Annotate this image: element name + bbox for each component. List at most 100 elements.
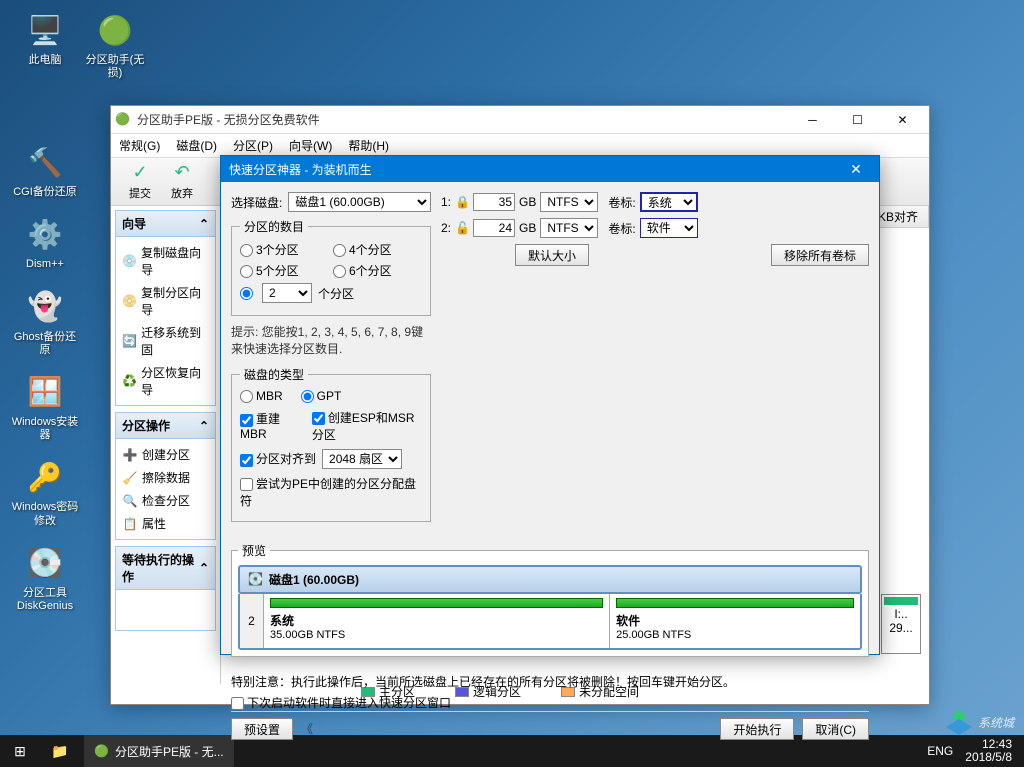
preview-part-info: 35.00GB NTFS — [270, 629, 603, 641]
checkbox-label: 分区对齐到 — [256, 452, 316, 466]
desktop-icon-diskgenius[interactable]: 💽分区工具DiskGenius — [10, 543, 80, 613]
windows-icon: 🪟 — [25, 372, 65, 412]
pending-panel-title[interactable]: 等待执行的操作⌃ — [116, 547, 215, 590]
lock-icon[interactable]: 🔒 — [455, 195, 469, 209]
discard-button[interactable]: ↶放弃 — [161, 158, 203, 205]
menu-partition[interactable]: 分区(P) — [233, 137, 273, 154]
dialog-footer: 预设置 《 开始执行 取消(C) — [231, 711, 869, 740]
desktop-icon-this-pc[interactable]: 🖥️此电脑 — [10, 10, 80, 67]
custom-count-select[interactable]: 2 — [262, 283, 312, 303]
partition-fs-select[interactable]: NTFS — [540, 192, 598, 212]
preset-button[interactable]: 预设置 — [231, 718, 293, 740]
desktop-icon-cgi-backup[interactable]: 🔨CGI备份还原 — [10, 142, 80, 199]
partition-icon: 🟢 — [95, 10, 135, 50]
key-icon: 🔑 — [25, 457, 65, 497]
collapse-icon: ⌃ — [199, 561, 209, 575]
select-disk-label: 选择磁盘: — [231, 194, 282, 211]
radio-5-parts[interactable]: 5个分区 — [240, 262, 329, 279]
sidebar-item-properties[interactable]: 📋属性 — [120, 512, 211, 535]
partition-number: 2: — [441, 221, 451, 235]
disk-icon: 💽 — [25, 543, 65, 583]
start-button[interactable]: 开始执行 — [720, 718, 794, 740]
operations-panel-title[interactable]: 分区操作⌃ — [116, 413, 215, 439]
radio-4-parts[interactable]: 4个分区 — [333, 241, 422, 258]
select-disk-dropdown[interactable]: 磁盘1 (60.00GB) — [288, 192, 431, 212]
commit-button[interactable]: ✓提交 — [119, 158, 161, 205]
menu-disk[interactable]: 磁盘(D) — [176, 137, 217, 154]
close-button[interactable]: ✕ — [880, 107, 925, 133]
volume-label-select[interactable]: 系统 — [640, 192, 698, 212]
volume-label-select[interactable]: 软件 — [640, 218, 698, 238]
sidebar-item-copy-disk[interactable]: 💿复制磁盘向导 — [120, 241, 211, 281]
radio-label: 3个分区 — [256, 243, 299, 257]
desktop-icon-password[interactable]: 🔑 Windows密码修改 — [10, 457, 80, 527]
desktop-icon-label: Ghost备份还原 — [10, 331, 80, 357]
taskbar-app-label: 分区助手PE版 - 无... — [115, 743, 224, 760]
sidebar-item-copy-partition[interactable]: 📀复制分区向导 — [120, 281, 211, 321]
preview-disk-parts: 2 系统 35.00GB NTFS 软件 25.00GB NTFS — [238, 594, 862, 650]
cancel-button[interactable]: 取消(C) — [802, 718, 869, 740]
remove-labels-button[interactable]: 移除所有卷标 — [771, 244, 869, 266]
unlock-icon[interactable]: 🔓 — [455, 221, 469, 235]
wizard-panel-title[interactable]: 向导⌃ — [116, 211, 215, 237]
sidebar-item-recover-partition[interactable]: ♻️分区恢复向导 — [120, 361, 211, 401]
sidebar-item-migrate-os[interactable]: 🔄迁移系统到固 — [120, 321, 211, 361]
menu-help[interactable]: 帮助(H) — [348, 137, 389, 154]
radio-gpt[interactable]: GPT — [301, 389, 342, 403]
sidebar-item-wipe-data[interactable]: 🧹擦除数据 — [120, 466, 211, 489]
default-size-button[interactable]: 默认大小 — [515, 244, 589, 266]
preview-partition-2[interactable]: 软件 25.00GB NTFS — [610, 594, 860, 648]
sidebar-item-label: 擦除数据 — [142, 469, 190, 486]
menu-wizard[interactable]: 向导(W) — [289, 137, 332, 154]
desktop-icon-label: Windows密码修改 — [10, 501, 80, 527]
partition-count-fieldset: 分区的数目 3个分区 4个分区 5个分区 6个分区 2 个分区 — [231, 218, 431, 316]
pending-panel: 等待执行的操作⌃ — [115, 546, 216, 631]
partition-size-input[interactable] — [473, 193, 515, 211]
dialog-titlebar[interactable]: 快速分区神器 - 为装机而生 ✕ — [221, 156, 879, 182]
titlebar[interactable]: 🟢 分区助手PE版 - 无损分区免费软件 ─ ☐ ✕ — [111, 106, 929, 134]
align-select[interactable]: 2048 扇区 — [322, 449, 402, 469]
custom-count-suffix: 个分区 — [318, 285, 354, 302]
partition-size-input[interactable] — [473, 219, 515, 237]
size-unit: GB — [519, 195, 536, 209]
tray-lang[interactable]: ENG — [927, 744, 953, 758]
chk-enter-on-startup[interactable]: 下次启动软件时直接进入快速分区窗口 — [231, 694, 869, 711]
chk-align[interactable]: 分区对齐到 — [240, 450, 316, 467]
maximize-button[interactable]: ☐ — [835, 107, 880, 133]
mini-disk[interactable]: I:..29... — [881, 594, 921, 654]
radio-label: 4个分区 — [349, 243, 392, 257]
minimize-button[interactable]: ─ — [790, 107, 835, 133]
sidebar-item-create-partition[interactable]: ➕创建分区 — [120, 443, 211, 466]
start-button[interactable]: ⊞ — [0, 735, 40, 767]
partition-count-legend: 分区的数目 — [240, 218, 308, 235]
dialog-close-button[interactable]: ✕ — [841, 161, 871, 178]
radio-custom-parts[interactable] — [240, 287, 253, 300]
partition-fs-select[interactable]: NTFS — [540, 218, 598, 238]
desktop-icon-partition-assistant[interactable]: 🟢分区助手(无损) — [80, 10, 150, 80]
taskbar-explorer[interactable]: 📁 — [40, 735, 80, 767]
checkbox-label: 下次启动软件时直接进入快速分区窗口 — [247, 696, 451, 710]
mini-disk-label: I:.. — [884, 607, 918, 621]
ghost-icon: 👻 — [25, 287, 65, 327]
desktop-icon-label: Windows安装器 — [10, 416, 80, 442]
sidebar-item-check-partition[interactable]: 🔍检查分区 — [120, 489, 211, 512]
taskbar-app-partition[interactable]: 🟢分区助手PE版 - 无... — [84, 735, 234, 767]
chk-rebuild-mbr[interactable]: 重建MBR — [240, 410, 298, 441]
desktop-icon-ghost[interactable]: 👻 Ghost备份还原 — [10, 287, 80, 357]
radio-mbr[interactable]: MBR — [240, 389, 283, 403]
panel-title-text: 等待执行的操作 — [122, 551, 199, 585]
preview-disk-title: 磁盘1 (60.00GB) — [269, 571, 359, 588]
radio-3-parts[interactable]: 3个分区 — [240, 241, 329, 258]
desktop-icon-windows-installer[interactable]: 🪟 Windows安装器 — [10, 372, 80, 442]
partition-row-2: 2: 🔓 GB NTFS 卷标: 软件 — [441, 218, 869, 238]
disk-type-legend: 磁盘的类型 — [240, 366, 308, 383]
preview-partition-1[interactable]: 系统 35.00GB NTFS — [264, 594, 610, 648]
dialog-title: 快速分区神器 - 为装机而生 — [229, 161, 841, 178]
menu-general[interactable]: 常规(G) — [119, 137, 160, 154]
radio-6-parts[interactable]: 6个分区 — [333, 262, 422, 279]
desktop-icon-dism[interactable]: ⚙️Dism++ — [10, 214, 80, 271]
chk-pe-drive-letter[interactable]: 尝试为PE中创建的分区分配盘符 — [240, 475, 422, 509]
chk-create-esp[interactable]: 创建ESP和MSR分区 — [312, 409, 422, 443]
preview-fieldset: 预览 💽 磁盘1 (60.00GB) 2 系统 35.00GB NTFS 软件 … — [231, 542, 869, 657]
tray-clock[interactable]: 12:43 2018/5/8 — [965, 738, 1012, 764]
